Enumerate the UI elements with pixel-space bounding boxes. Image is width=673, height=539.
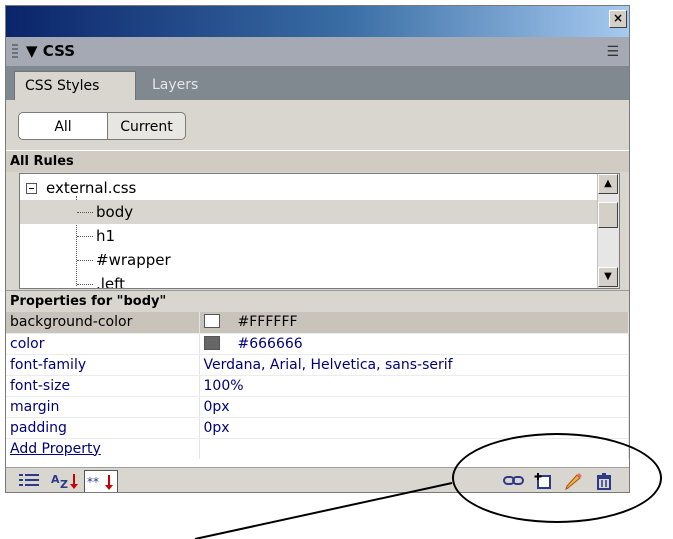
properties-header[interactable]: Properties for "body" [6,290,629,312]
tab-css-styles[interactable]: CSS Styles [14,71,136,100]
property-value[interactable]: #FFFFFF [199,312,629,334]
scroll-up-button[interactable]: ▲ [598,174,618,194]
property-row-font-size[interactable]: font-size 100% [6,375,629,397]
rules-scrollbar[interactable]: ▲ ▼ [597,174,619,288]
tree-branch [77,284,93,286]
collapse-triangle-icon[interactable]: ▼ [26,42,38,60]
property-name[interactable]: color [6,333,200,355]
edit-style-icon[interactable] [564,472,584,492]
svg-text:A: A [51,473,60,486]
stylesheet-label: external.css [46,179,137,197]
attach-style-sheet-icon[interactable] [503,472,525,492]
property-value[interactable]: Verdana, Arial, Helvetica, sans-serif [199,354,629,376]
panel-title-label: CSS [42,42,76,60]
options-menu-icon[interactable]: ☰ [606,44,619,60]
add-property-cell: Add Property [6,438,200,460]
color-swatch[interactable] [203,314,220,329]
rule-label: body [96,203,134,221]
rules-tree: external.css body h1 #wrapper .left ▲ ▼ [19,173,620,289]
property-name[interactable]: font-family [6,354,200,376]
property-value-text: #FFFFFF [237,314,298,331]
svg-text:Z: Z [60,478,68,490]
set-properties-view-icon[interactable]: ** [84,470,118,492]
alphabetical-view-icon[interactable]: AZ [50,472,80,492]
tab-row: CSS Styles Layers [6,66,629,100]
property-value[interactable]: 0px [199,396,629,418]
gripper-icon[interactable] [12,44,18,59]
property-row-margin[interactable]: margin 0px [6,396,629,418]
current-mode-button[interactable]: Current [108,112,186,140]
all-mode-button[interactable]: All [18,112,108,140]
collapse-minus-icon[interactable] [26,183,37,194]
property-value-text: #666666 [237,335,303,352]
rule-label: h1 [96,227,116,245]
add-property-value-cell [199,438,629,460]
property-row-padding[interactable]: padding 0px [6,417,629,439]
add-property-row[interactable]: Add Property [6,438,629,460]
property-row-background-color[interactable]: background-color #FFFFFF [6,312,629,334]
property-row-font-family[interactable]: font-family Verdana, Arial, Helvetica, s… [6,354,629,376]
mode-switcher: All Current [18,112,186,140]
category-view-icon[interactable] [18,472,40,492]
arrow-up-icon: ▲ [604,178,612,189]
panel-title[interactable]: ▼ CSS [26,42,75,60]
svg-text:**: ** [87,475,99,489]
property-value[interactable]: 100% [199,375,629,397]
property-name[interactable]: background-color [6,312,200,334]
property-value[interactable]: 0px [199,417,629,439]
color-swatch[interactable] [203,335,220,350]
close-button[interactable]: × [609,10,627,28]
tree-item-rule-wrapper[interactable]: #wrapper [20,248,598,272]
tree-item-stylesheet[interactable]: external.css [20,176,598,200]
tree-branch [77,236,93,238]
scroll-down-button[interactable]: ▼ [598,267,618,287]
property-row-color[interactable]: color #666666 [6,333,629,355]
property-name[interactable]: font-size [6,375,200,397]
css-panel: × ▼ CSS ☰ CSS Styles Layers All Current … [5,5,630,493]
add-property-link[interactable]: Add Property [10,441,101,457]
tree-branch [77,212,93,214]
window-title-bar[interactable]: × [6,6,629,37]
scroll-thumb[interactable] [598,202,618,228]
rule-label: #wrapper [96,251,171,269]
tree-branch [77,260,93,262]
panel-header[interactable]: ▼ CSS ☰ [6,37,629,66]
property-name[interactable]: margin [6,396,200,418]
tab-layers[interactable]: Layers [142,71,208,100]
property-value[interactable]: #666666 [199,333,629,355]
tree-item-rule-left[interactable]: .left [20,272,598,289]
arrow-down-icon: ▼ [604,271,612,282]
bottom-toolbar: AZ ** [6,467,629,492]
properties-blank-area [6,459,629,467]
property-name[interactable]: padding [6,417,200,439]
tree-item-rule-h1[interactable]: h1 [20,224,598,248]
delete-css-rule-icon[interactable] [594,472,614,492]
rule-label: .left [96,275,126,289]
new-css-rule-icon[interactable] [534,472,554,492]
tree-item-rule-body[interactable]: body [20,200,598,224]
all-rules-header[interactable]: All Rules [6,150,629,172]
properties-table: background-color #FFFFFF color #666666 f… [6,312,629,460]
